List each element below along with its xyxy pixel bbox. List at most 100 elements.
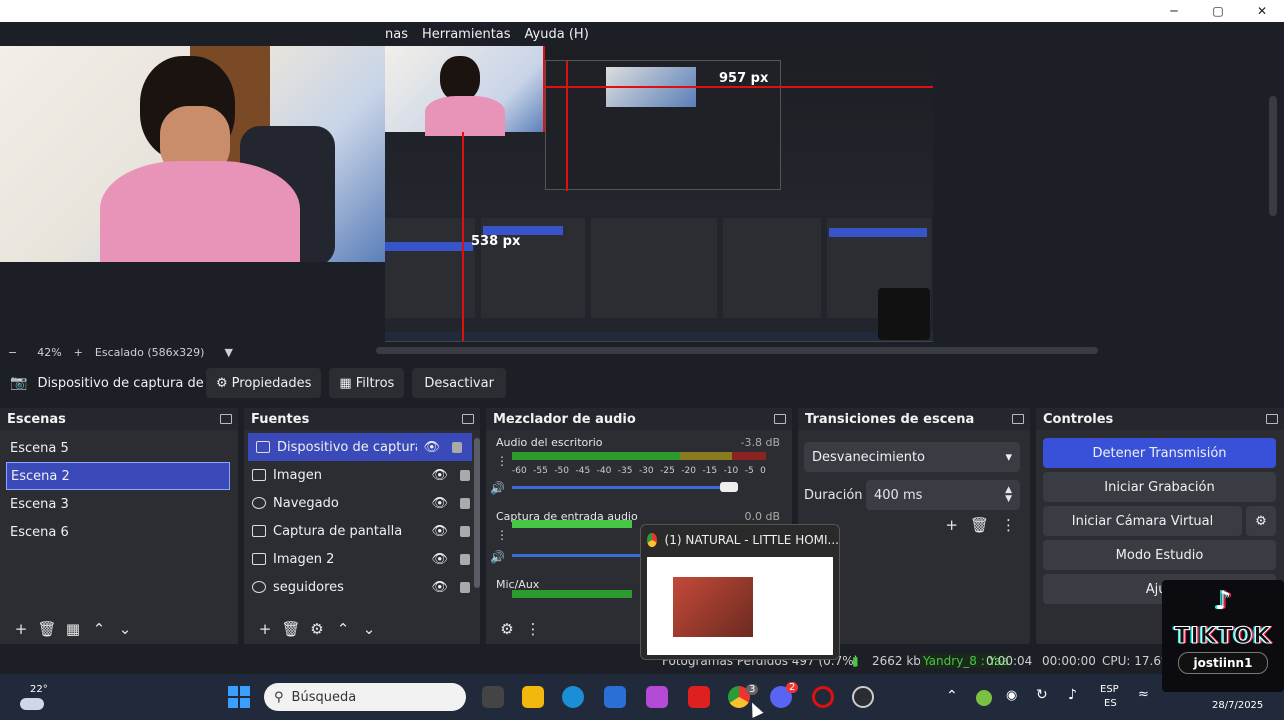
source-item[interactable]: Imagen 2 👁 (244, 545, 480, 573)
tick: -50 (554, 466, 570, 476)
kebab-menu-icon[interactable]: ⋮ (1001, 516, 1016, 534)
start-button-icon[interactable] (228, 686, 250, 708)
transitions-header: Transiciones de escena (798, 408, 1030, 430)
copilot-icon[interactable] (646, 686, 668, 708)
trash-icon[interactable]: 🗑 (970, 516, 989, 534)
menu-escenas[interactable]: nas (385, 27, 408, 42)
add-icon[interactable]: + (252, 620, 278, 638)
temperature: 22° (30, 684, 48, 695)
clock-date[interactable]: 28/7/2025 (1212, 700, 1263, 711)
obs-icon[interactable] (852, 686, 874, 708)
language-region[interactable]: ES (1104, 698, 1117, 709)
scene-item[interactable]: Escena 5 (0, 434, 238, 462)
move-down-icon[interactable]: ⌄ (112, 620, 138, 638)
zoom-out-button[interactable]: − (8, 346, 17, 359)
source-item[interactable]: Navegado 👁 (244, 489, 480, 517)
source-item[interactable]: Captura de pantalla 👁 (244, 517, 480, 545)
minimize-button[interactable]: ─ (1152, 0, 1196, 22)
opera-icon[interactable] (812, 686, 834, 708)
undock-icon[interactable] (1266, 414, 1278, 424)
lock-icon[interactable] (460, 526, 470, 537)
lock-icon[interactable] (460, 470, 470, 481)
start-virtual-camera-button[interactable]: Iniciar Cámara Virtual (1043, 506, 1242, 536)
wifi-icon[interactable]: ≈ (1138, 687, 1149, 702)
source-label: Navegado (273, 495, 339, 511)
add-icon[interactable]: + (8, 620, 34, 638)
maximize-button[interactable]: ▢ (1196, 0, 1240, 22)
duration-spinbox[interactable]: 400 ms ▲ ▼ (866, 480, 1020, 510)
microphone-icon[interactable]: ♪ (1068, 687, 1077, 703)
trash-icon[interactable]: 🗑 (278, 620, 304, 638)
word-app-icon[interactable] (688, 686, 710, 708)
start-recording-button[interactable]: Iniciar Grabación (1043, 472, 1276, 502)
kebab-menu-icon[interactable]: ⋮ (496, 528, 508, 542)
source-item[interactable]: Imagen 👁 (244, 461, 480, 489)
move-up-icon[interactable]: ⌃ (330, 620, 356, 638)
advanced-audio-icon[interactable]: ⚙ (494, 620, 520, 638)
eye-icon[interactable]: 👁 (423, 440, 440, 455)
tray-sync-icon[interactable]: ↻ (1036, 687, 1048, 703)
controls-title: Controles (1043, 411, 1114, 427)
deactivate-button[interactable]: Desactivar (412, 368, 506, 398)
filter-icon[interactable]: ▦ (60, 620, 86, 638)
preview-vscroll[interactable] (1269, 96, 1277, 216)
tray-expand-icon[interactable]: ⌃ (946, 688, 958, 704)
filters-button[interactable]: ▦ Filtros (329, 368, 405, 398)
trash-icon[interactable]: 🗑 (34, 620, 60, 638)
gear-icon[interactable]: ⚙ (1246, 506, 1276, 536)
mixer-header: Mezclador de audio (486, 408, 792, 430)
task-view-icon[interactable] (482, 686, 504, 708)
menu-ayuda[interactable]: Ayuda (H) (525, 27, 589, 42)
taskbar-thumbnail-popup[interactable]: (1) NATURAL - LITTLE HOMI... (640, 524, 840, 660)
tray-network-off-icon[interactable]: ◉ (1006, 688, 1017, 703)
stop-stream-button[interactable]: Detener Transmisión (1043, 438, 1276, 468)
volume-slider[interactable] (512, 482, 738, 492)
zoom-level: 42% (37, 345, 62, 359)
store-icon[interactable] (604, 686, 626, 708)
scene-item[interactable]: Escena 3 (0, 490, 238, 518)
undock-icon[interactable] (774, 414, 786, 424)
sources-scrollbar[interactable] (474, 438, 480, 588)
kebab-menu-icon[interactable]: ⋮ (520, 620, 546, 638)
edge-icon[interactable] (562, 686, 584, 708)
scene-item-selected[interactable]: Escena 2 (6, 462, 230, 490)
speaker-icon[interactable]: 🔊 (490, 550, 505, 564)
speaker-icon[interactable]: 🔊 (490, 481, 505, 495)
eye-icon[interactable]: 👁 (431, 524, 448, 539)
move-up-icon[interactable]: ⌃ (86, 620, 112, 638)
undock-icon[interactable] (1012, 414, 1024, 424)
scene-item[interactable]: Escena 6 (0, 518, 238, 546)
move-down-icon[interactable]: ⌄ (356, 620, 382, 638)
properties-button[interactable]: ⚙ Propiedades (206, 368, 322, 398)
eye-icon[interactable]: 👁 (431, 468, 448, 483)
menu-herramientas[interactable]: Herramientas (422, 27, 511, 42)
preview-canvas[interactable]: 957 px 538 px (385, 46, 933, 342)
transition-select[interactable]: Desvanecimiento ▾ (804, 442, 1020, 472)
lock-icon[interactable] (460, 582, 470, 593)
spin-arrows-icon[interactable]: ▲ ▼ (1005, 486, 1012, 504)
file-explorer-icon[interactable] (522, 686, 544, 708)
kebab-menu-icon[interactable]: ⋮ (496, 454, 508, 468)
eye-icon[interactable]: 👁 (431, 496, 448, 511)
undock-icon[interactable] (462, 414, 474, 424)
taskbar-search[interactable]: ⚲ Búsqueda (264, 683, 466, 711)
lock-icon[interactable] (460, 554, 470, 565)
eye-icon[interactable]: 👁 (431, 552, 448, 567)
close-button[interactable]: ✕ (1240, 0, 1284, 22)
eye-icon[interactable]: 👁 (431, 580, 448, 595)
undock-icon[interactable] (220, 414, 232, 424)
zoom-in-button[interactable]: + (74, 346, 83, 359)
lock-icon[interactable] (452, 442, 462, 453)
source-label: Imagen (273, 467, 322, 483)
source-item-selected[interactable]: Dispositivo de captura de 👁 (248, 433, 472, 461)
gear-icon[interactable]: ⚙ (304, 620, 330, 638)
studio-mode-button[interactable]: Modo Estudio (1043, 540, 1276, 570)
volume-knob[interactable] (720, 482, 738, 492)
preview-hscroll[interactable] (376, 347, 1098, 354)
lock-icon[interactable] (460, 498, 470, 509)
tray-app-icon[interactable] (976, 690, 992, 706)
language-code[interactable]: ESP (1100, 684, 1119, 695)
add-icon[interactable]: + (945, 516, 958, 534)
scale-dropdown-icon[interactable]: ▼ (224, 346, 232, 359)
source-item[interactable]: seguidores 👁 (244, 573, 480, 601)
